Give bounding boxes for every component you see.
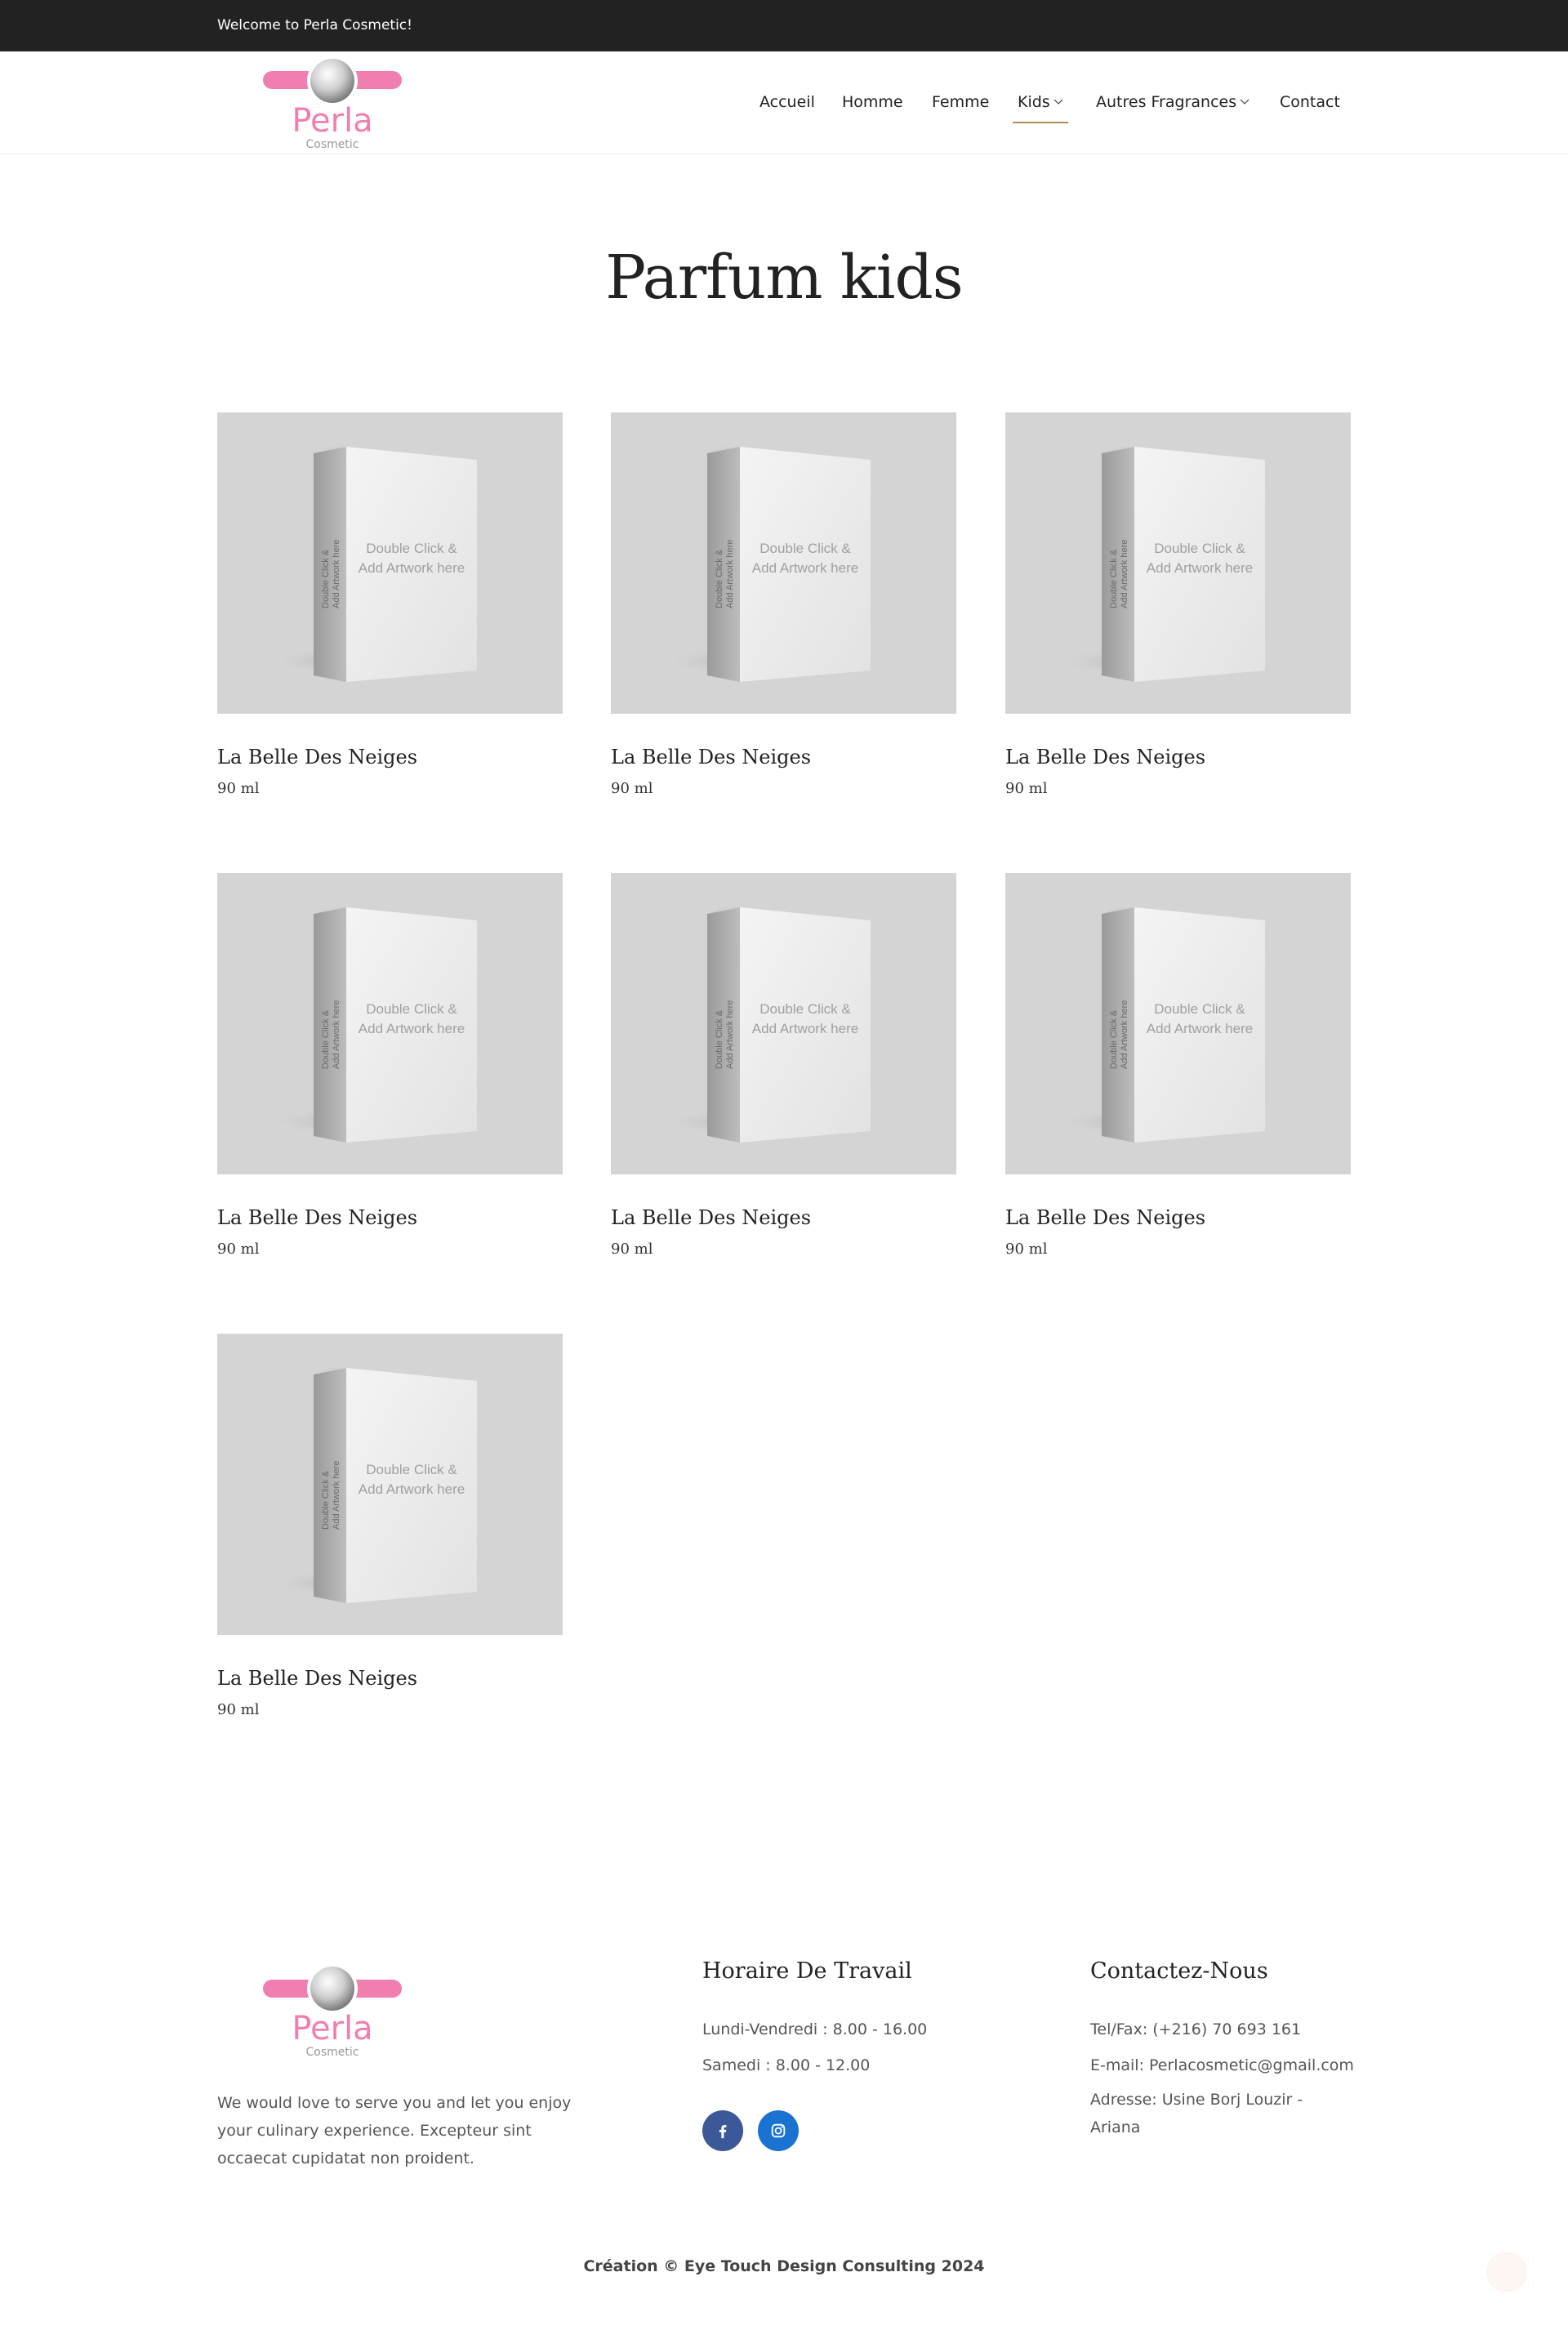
mockup-side-text: Add Artwork here bbox=[332, 1461, 341, 1530]
nav-label: Kids bbox=[1018, 93, 1050, 111]
welcome-text: Welcome to Perla Cosmetic! bbox=[217, 17, 412, 33]
mockup-side-text: Add Artwork here bbox=[725, 540, 735, 608]
nav-label: Femme bbox=[932, 93, 990, 111]
mockup-side-text: Add Artwork here bbox=[1120, 540, 1129, 608]
product-size: 90 ml bbox=[217, 780, 260, 797]
top-bar: Welcome to Perla Cosmetic! bbox=[0, 0, 1568, 51]
mockup-side-text: Add Artwork here bbox=[725, 1000, 735, 1069]
chevron-down-icon bbox=[1240, 99, 1250, 105]
product-name[interactable]: La Belle Des Neiges bbox=[217, 1206, 417, 1229]
product-size: 90 ml bbox=[611, 780, 653, 797]
product-name[interactable]: La Belle Des Neiges bbox=[1005, 746, 1205, 768]
product-size: 90 ml bbox=[217, 1241, 260, 1258]
mockup-side-text: Add Artwork here bbox=[332, 540, 341, 608]
nav-label: Accueil bbox=[760, 93, 815, 111]
mockup-side-text: Double Click & bbox=[1109, 1009, 1119, 1069]
facebook-link[interactable] bbox=[702, 2110, 743, 2151]
mockup-front-text: Double Click & bbox=[366, 1001, 457, 1017]
box-mockup-image: Double Click &Add Artwork hereDouble Cli… bbox=[664, 447, 871, 682]
mockup-side-text: Double Click & bbox=[321, 549, 331, 608]
mockup-front-text: Double Click & bbox=[760, 1001, 851, 1017]
mockup-side-text: Double Click & bbox=[321, 1009, 331, 1069]
footer-about-text: We would love to serve you and let you e… bbox=[217, 2094, 572, 2167]
instagram-link[interactable] bbox=[758, 2110, 799, 2151]
logo-tagline: Cosmetic bbox=[306, 2046, 359, 2059]
perla-logo-graphic: Perla Cosmetic bbox=[263, 1963, 402, 2059]
box-mockup-image: Double Click &Add Artwork hereDouble Cli… bbox=[270, 1368, 477, 1603]
nav-label: Homme bbox=[842, 93, 903, 111]
mockup-front-text: Double Click & bbox=[760, 541, 851, 556]
hours-heading: Horaire De Travail bbox=[702, 1958, 912, 1984]
main-nav: Accueil Homme Femme Kids Autres Fragranc… bbox=[0, 91, 1568, 123]
product-name[interactable]: La Belle Des Neiges bbox=[217, 746, 417, 768]
mockup-front-text: Double Click & bbox=[366, 1462, 457, 1477]
mockup-side-text: Double Click & bbox=[321, 1470, 331, 1530]
product-size: 90 ml bbox=[217, 1701, 260, 1718]
product-size: 90 ml bbox=[1005, 780, 1048, 797]
contact-phone: Tel/Fax: (+216) 70 693 161 bbox=[1090, 2020, 1302, 2038]
nav-femme[interactable]: Femme bbox=[932, 91, 989, 123]
hours-line: Lundi-Vendredi : 8.00 - 16.00 bbox=[702, 2020, 928, 2038]
hours-line: Samedi : 8.00 - 12.00 bbox=[702, 2056, 871, 2074]
mockup-front-text: Double Click & bbox=[1154, 1001, 1245, 1017]
site-header: Perla Cosmetic Accueil Homme Femme Kids … bbox=[0, 51, 1568, 154]
copyright: Création © Eye Touch Design Consulting 2… bbox=[583, 2257, 985, 2275]
nav-label: Autres Fragrances bbox=[1096, 93, 1237, 111]
nav-label: Contact bbox=[1280, 93, 1340, 111]
product-image[interactable]: Double Click & Add Artwork here Double Cli… bbox=[611, 873, 956, 1174]
product-size: 90 ml bbox=[1005, 1241, 1048, 1258]
mockup-front-text: Add Artwork here bbox=[1147, 1021, 1253, 1036]
product-name[interactable]: La Belle Des Neiges bbox=[611, 1206, 811, 1229]
mockup-side-text: Add Artwork here bbox=[332, 1000, 341, 1069]
mockup-side-text: Double Click & bbox=[715, 549, 724, 608]
product-name[interactable]: La Belle Des Neiges bbox=[1005, 1206, 1205, 1229]
mockup-front-text: Add Artwork here bbox=[1147, 560, 1253, 576]
mockup-front-text: Add Artwork here bbox=[752, 1021, 858, 1036]
mockup-front-text: Add Artwork here bbox=[359, 1021, 465, 1036]
mockup-side-text: Double Click & bbox=[715, 1009, 724, 1069]
contact-heading: Contactez-Nous bbox=[1090, 1958, 1268, 1984]
product-image[interactable]: Double Click & Add Artwork here Double Cli… bbox=[217, 873, 563, 1174]
instagram-icon bbox=[771, 2123, 786, 2138]
mockup-side-text: Add Artwork here bbox=[1120, 1000, 1129, 1069]
box-mockup-image: Double Click &Add Artwork hereDouble Cli… bbox=[270, 907, 477, 1143]
nav-autres-fragrances[interactable]: Autres Fragrances bbox=[1096, 91, 1250, 123]
nav-contact[interactable]: Contact bbox=[1280, 91, 1340, 123]
nav-kids[interactable]: Kids bbox=[1013, 91, 1068, 123]
box-mockup-image: Double Click &Add Artwork hereDouble Cli… bbox=[1058, 447, 1265, 682]
mockup-front-text: Add Artwork here bbox=[359, 1481, 465, 1497]
product-size: 90 ml bbox=[611, 1241, 653, 1258]
back-to-top-button[interactable] bbox=[1486, 2252, 1527, 2292]
contact-address: Adresse: Usine Borj Louzir - Ariana bbox=[1090, 2091, 1303, 2136]
mockup-front-text: Double Click & bbox=[1154, 541, 1245, 556]
product-image[interactable]: Double Click & Add Artwork here Double Cli… bbox=[217, 1334, 563, 1635]
mockup-front-text: Add Artwork here bbox=[359, 560, 465, 576]
product-image[interactable]: Double Click & Add Artwork here Double Cli… bbox=[1005, 873, 1351, 1174]
logo-tagline: Cosmetic bbox=[306, 138, 359, 151]
box-mockup-image: Double Click &Add Artwork hereDouble Cli… bbox=[664, 907, 871, 1143]
mockup-front-text: Double Click & bbox=[366, 541, 457, 556]
product-name[interactable]: La Belle Des Neiges bbox=[611, 746, 811, 768]
product-image[interactable]: Double Click & Add Artwork here Double Cli… bbox=[217, 412, 563, 714]
box-mockup-image: Double Click &Add Artwork hereDouble Cli… bbox=[270, 447, 477, 682]
product-name[interactable]: La Belle Des Neiges bbox=[217, 1667, 417, 1690]
product-image[interactable]: Double Click & Add Artwork here Double Cli… bbox=[611, 412, 956, 714]
mockup-side-text: Double Click & bbox=[1109, 549, 1119, 608]
logo-wordmark: Perla bbox=[292, 2010, 372, 2047]
facebook-icon bbox=[719, 2124, 727, 2139]
page-title: Parfum kids bbox=[605, 243, 964, 313]
nav-accueil[interactable]: Accueil bbox=[760, 91, 815, 123]
mockup-front-text: Add Artwork here bbox=[752, 560, 858, 576]
box-mockup-image: Double Click &Add Artwork hereDouble Cli… bbox=[1058, 907, 1265, 1143]
contact-email[interactable]: E-mail: Perlacosmetic@gmail.com bbox=[1090, 2053, 1354, 2078]
nav-homme[interactable]: Homme bbox=[842, 91, 903, 123]
product-image[interactable]: Double Click & Add Artwork here Double Cli… bbox=[1005, 412, 1351, 714]
chevron-down-icon bbox=[1054, 99, 1063, 105]
footer-logo[interactable]: Perla Cosmetic bbox=[263, 1955, 402, 2061]
